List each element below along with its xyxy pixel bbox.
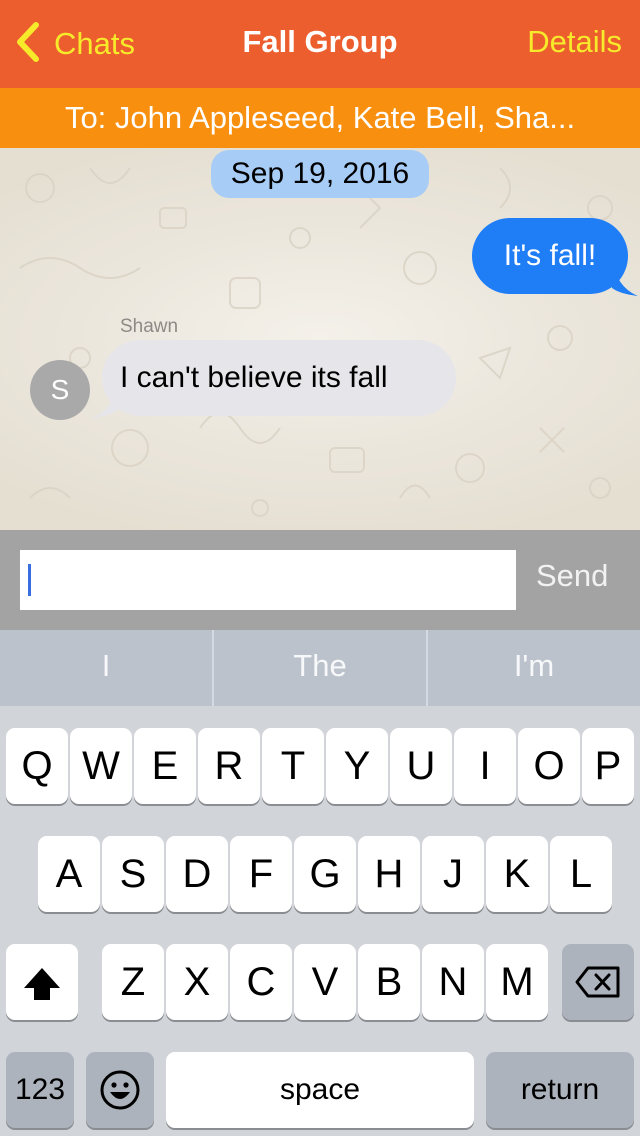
suggestion-3[interactable]: I'm <box>428 630 640 706</box>
return-key[interactable]: return <box>486 1052 634 1128</box>
key-h[interactable]: H <box>358 836 420 912</box>
keyboard: Q W E R T Y U I O P A S D F G H J K L Z … <box>0 706 640 1136</box>
numbers-key[interactable]: 123 <box>6 1052 74 1128</box>
predictive-bar: I The I'm <box>0 630 640 706</box>
key-l[interactable]: L <box>550 836 612 912</box>
shift-arrow-icon <box>6 944 78 1020</box>
outgoing-bubble-tail <box>612 262 638 296</box>
key-w[interactable]: W <box>70 728 132 804</box>
navigation-bar: Chats Fall Group Details <box>0 0 640 88</box>
suggestion-1[interactable]: I <box>0 630 212 706</box>
key-r[interactable]: R <box>198 728 260 804</box>
key-m[interactable]: M <box>486 944 548 1020</box>
message-input[interactable] <box>20 550 516 610</box>
key-y[interactable]: Y <box>326 728 388 804</box>
space-key[interactable]: space <box>166 1052 474 1128</box>
key-v[interactable]: V <box>294 944 356 1020</box>
backspace-icon <box>562 944 634 1020</box>
back-button-label: Chats <box>54 26 135 61</box>
emoji-key[interactable] <box>86 1052 154 1128</box>
back-button[interactable]: Chats <box>14 21 135 68</box>
key-c[interactable]: C <box>230 944 292 1020</box>
key-d[interactable]: D <box>166 836 228 912</box>
key-a[interactable]: A <box>38 836 100 912</box>
outgoing-message-bubble[interactable]: It's fall! <box>472 218 628 294</box>
send-button[interactable]: Send <box>536 558 608 594</box>
key-s[interactable]: S <box>102 836 164 912</box>
key-p[interactable]: P <box>582 728 634 804</box>
delete-key[interactable] <box>562 944 634 1020</box>
key-e[interactable]: E <box>134 728 196 804</box>
key-j[interactable]: J <box>422 836 484 912</box>
sender-name: Shawn <box>120 316 179 337</box>
incoming-message-bubble[interactable]: I can't believe its fall <box>102 340 456 416</box>
key-z[interactable]: Z <box>102 944 164 1020</box>
chevron-left-icon <box>14 21 42 68</box>
shift-key[interactable] <box>6 944 78 1020</box>
smiley-icon <box>86 1052 154 1128</box>
key-g[interactable]: G <box>294 836 356 912</box>
key-n[interactable]: N <box>422 944 484 1020</box>
chat-area[interactable]: Sep 19, 2016 It's fall! Shawn S I can't … <box>0 148 640 530</box>
text-caret <box>28 564 31 596</box>
date-separator: Sep 19, 2016 <box>211 150 429 198</box>
suggestion-2[interactable]: The <box>214 630 426 706</box>
key-k[interactable]: K <box>486 836 548 912</box>
details-button[interactable]: Details <box>527 24 622 60</box>
key-i[interactable]: I <box>454 728 516 804</box>
recipients-bar[interactable]: To: John Appleseed, Kate Bell, Sha... <box>0 88 640 148</box>
key-b[interactable]: B <box>358 944 420 1020</box>
key-q[interactable]: Q <box>6 728 68 804</box>
key-x[interactable]: X <box>166 944 228 1020</box>
avatar[interactable]: S <box>30 360 90 420</box>
composer-bar: Send <box>0 530 640 630</box>
key-t[interactable]: T <box>262 728 324 804</box>
key-f[interactable]: F <box>230 836 292 912</box>
doodle-background <box>19 167 613 517</box>
key-u[interactable]: U <box>390 728 452 804</box>
key-o[interactable]: O <box>518 728 580 804</box>
